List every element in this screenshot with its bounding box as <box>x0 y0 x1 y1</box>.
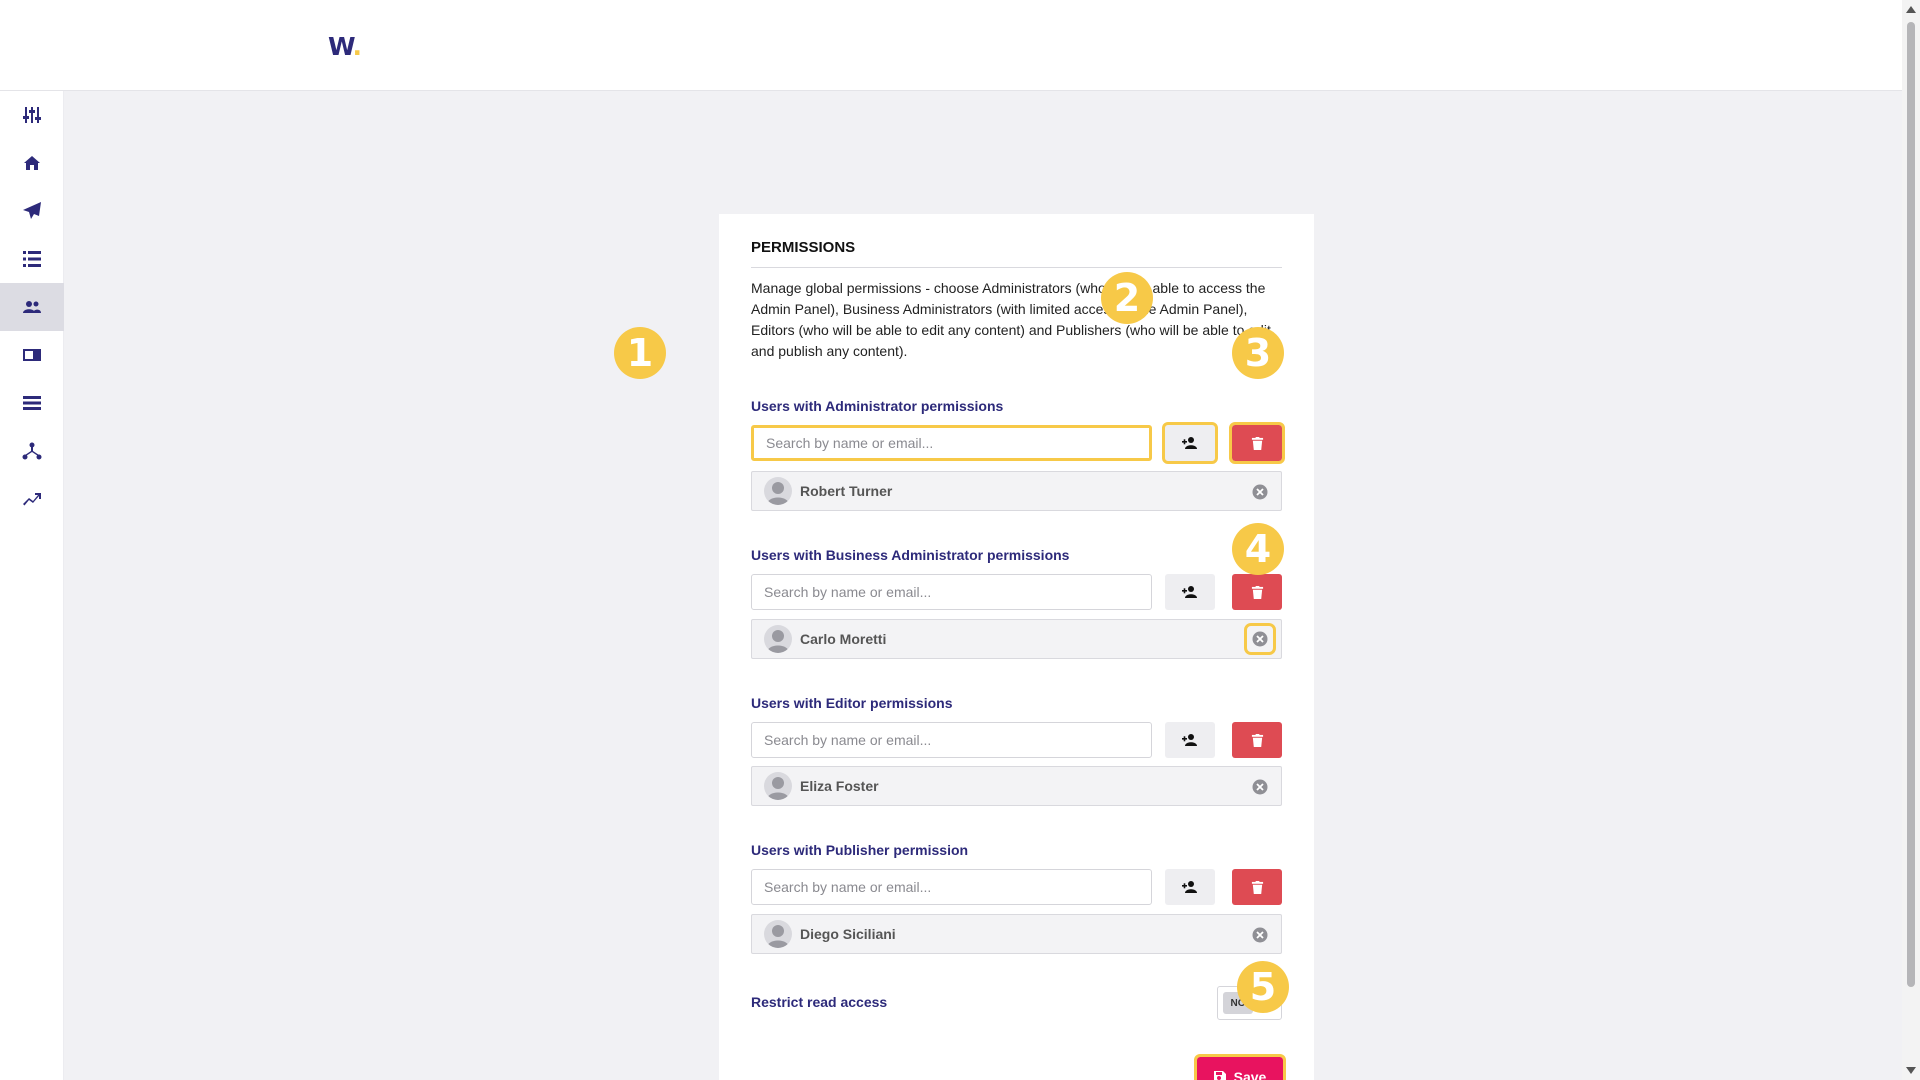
main-content: PERMISSIONS Manage global permissions - … <box>64 91 1902 1080</box>
id-card-icon <box>23 349 41 361</box>
administrator-search-input[interactable] <box>751 425 1152 461</box>
business-administrator-search-input[interactable] <box>751 574 1152 610</box>
business-administrator-delete-button[interactable] <box>1232 574 1282 610</box>
scroll-down-arrow-icon[interactable] <box>1906 1067 1916 1074</box>
page-title: PERMISSIONS <box>751 239 1282 268</box>
home-icon <box>24 156 40 170</box>
save-button[interactable]: Save <box>1194 1054 1286 1080</box>
sidebar-item-settings[interactable] <box>0 91 64 139</box>
user-plus-icon <box>1182 881 1197 893</box>
section-label-administrator: Users with Administrator permissions <box>751 398 1004 414</box>
callout-badge-3: 3 <box>1232 327 1284 379</box>
scroll-up-arrow-icon[interactable] <box>1906 6 1916 13</box>
user-name: Diego Siciliani <box>800 926 896 942</box>
editor-user-chip: Eliza Foster <box>751 766 1282 806</box>
close-circle-icon <box>1252 484 1268 500</box>
user-plus-icon <box>1182 437 1197 449</box>
remove-user-button[interactable] <box>1251 778 1269 796</box>
restrict-read-access-label: Restrict read access <box>751 994 888 1010</box>
administrator-add-user-button[interactable] <box>1162 422 1218 464</box>
avatar <box>764 477 792 505</box>
sitemap-icon <box>22 442 42 460</box>
avatar <box>764 920 792 948</box>
trending-up-icon <box>23 493 41 506</box>
user-name: Carlo Moretti <box>800 631 887 647</box>
paper-plane-icon <box>23 202 41 219</box>
user-plus-icon <box>1182 734 1197 746</box>
close-circle-icon <box>1252 631 1268 647</box>
administrator-delete-button[interactable] <box>1229 422 1285 464</box>
sliders-icon <box>23 107 41 123</box>
close-circle-icon <box>1252 927 1268 943</box>
sidebar-item-cards[interactable] <box>0 331 64 379</box>
permissions-card: PERMISSIONS Manage global permissions - … <box>719 214 1314 1080</box>
callout-badge-4: 4 <box>1232 523 1284 575</box>
sidebar-item-publish[interactable] <box>0 187 64 235</box>
sidebar-item-lists[interactable] <box>0 379 64 427</box>
administrator-user-chip: Robert Turner <box>751 471 1282 511</box>
brand-logo[interactable]: W. <box>328 32 362 61</box>
save-label: Save <box>1233 1068 1267 1080</box>
vertical-scrollbar[interactable] <box>1902 0 1920 1080</box>
publisher-user-chip: Diego Siciliani <box>751 914 1282 954</box>
top-bar: W. <box>0 0 1902 91</box>
publisher-delete-button[interactable] <box>1232 869 1282 905</box>
remove-user-button[interactable] <box>1244 623 1276 655</box>
user-avatar-icon <box>767 630 789 653</box>
trash-icon <box>1251 436 1263 450</box>
section-label-business-administrator: Users with Business Administrator permis… <box>751 547 1070 563</box>
trash-icon <box>1251 585 1263 599</box>
editor-search-input[interactable] <box>751 722 1152 758</box>
user-name: Eliza Foster <box>800 778 879 794</box>
sidebar-item-home[interactable] <box>0 139 64 187</box>
sidebar <box>0 91 64 1080</box>
sidebar-item-structure[interactable] <box>0 427 64 475</box>
sidebar-item-content-list[interactable] <box>0 235 64 283</box>
permissions-description: Manage global permissions - choose Admin… <box>751 280 1271 359</box>
publisher-add-user-button[interactable] <box>1165 869 1215 905</box>
section-label-editor: Users with Editor permissions <box>751 695 953 711</box>
user-avatar-icon <box>767 482 789 505</box>
floppy-disk-icon <box>1213 1070 1226 1080</box>
users-icon <box>23 301 41 313</box>
remove-user-button[interactable] <box>1251 483 1269 501</box>
callout-badge-2: 2 <box>1101 272 1153 324</box>
editor-add-user-button[interactable] <box>1165 722 1215 758</box>
remove-user-button[interactable] <box>1251 926 1269 944</box>
trash-icon <box>1251 733 1263 747</box>
user-avatar-icon <box>767 925 789 948</box>
user-name: Robert Turner <box>800 483 893 499</box>
section-label-publisher: Users with Publisher permission <box>751 842 969 858</box>
trash-icon <box>1251 880 1263 894</box>
avatar <box>764 625 792 653</box>
avatar <box>764 772 792 800</box>
user-avatar-icon <box>767 777 789 800</box>
user-plus-icon <box>1182 586 1197 598</box>
editor-delete-button[interactable] <box>1232 722 1282 758</box>
stacked-list-icon <box>23 396 41 410</box>
list-icon <box>23 251 41 267</box>
close-circle-icon <box>1252 779 1268 795</box>
callout-badge-1: 1 <box>614 327 666 379</box>
sidebar-item-users[interactable] <box>0 283 64 331</box>
callout-badge-5: 5 <box>1237 961 1289 1013</box>
scroll-thumb[interactable] <box>1907 22 1915 987</box>
business-administrator-add-user-button[interactable] <box>1165 574 1215 610</box>
publisher-search-input[interactable] <box>751 869 1152 905</box>
business-administrator-user-chip: Carlo Moretti <box>751 619 1282 659</box>
sidebar-item-analytics[interactable] <box>0 475 64 523</box>
